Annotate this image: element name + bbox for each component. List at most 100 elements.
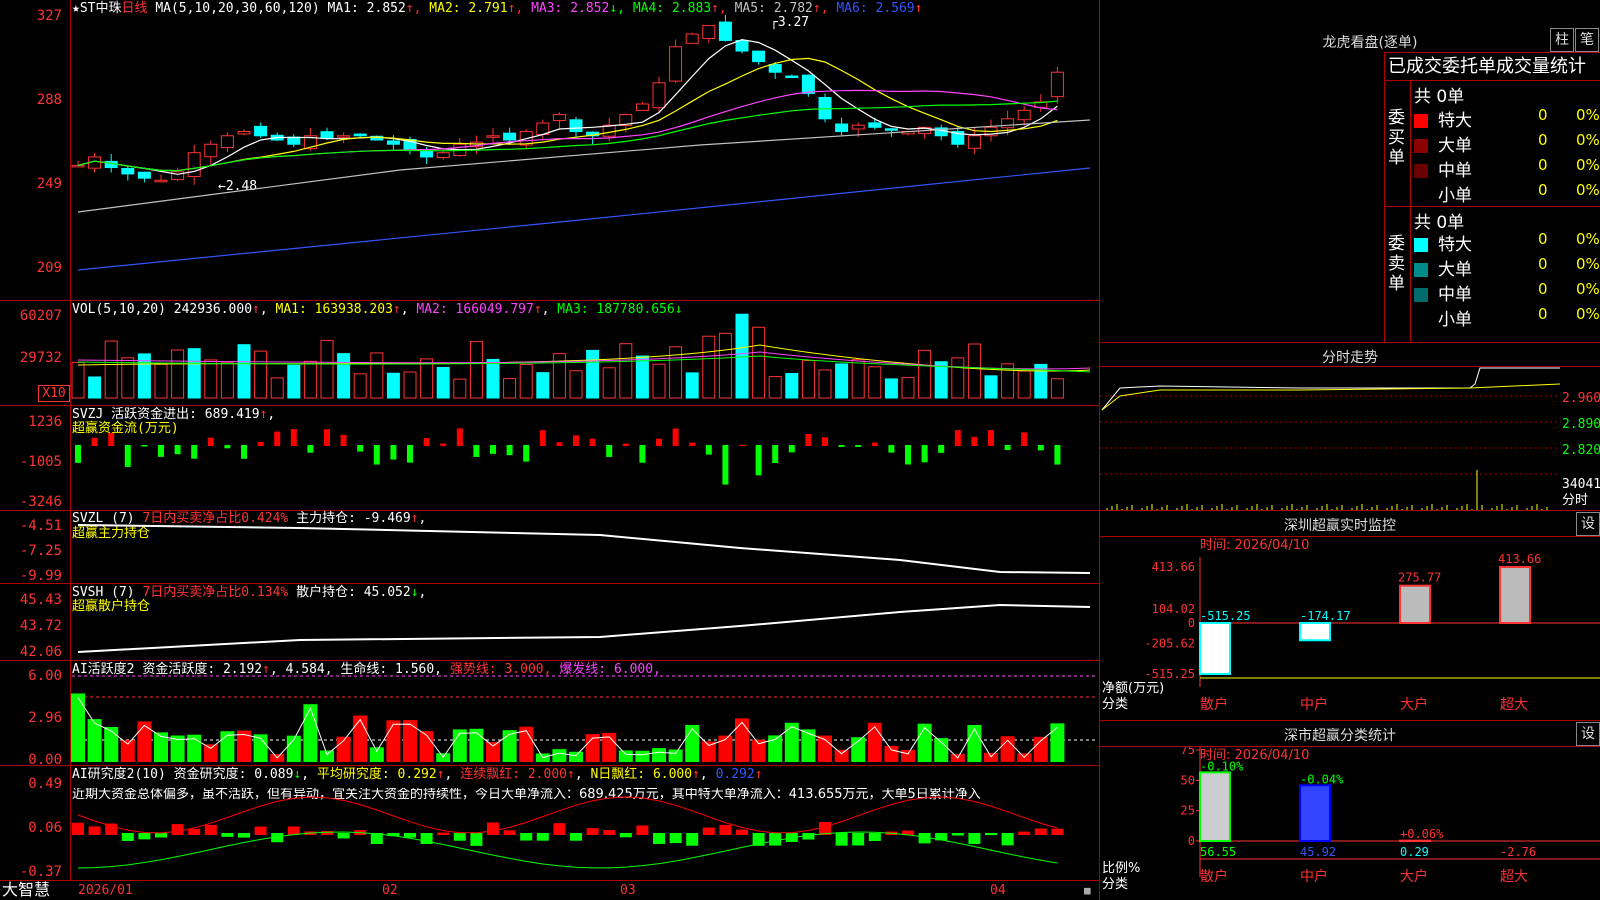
candle: [884, 128, 898, 131]
candle: [785, 75, 799, 79]
research-bar: [121, 833, 134, 841]
separator: [1384, 206, 1600, 207]
tick-mode-button[interactable]: 笔: [1575, 28, 1599, 52]
volume-bar: [187, 348, 201, 399]
separator: [1100, 342, 1600, 343]
volume-bar: [835, 363, 849, 399]
activity-bar: [369, 747, 384, 762]
activity-bar: [403, 720, 417, 762]
research-bar: [736, 829, 748, 835]
volume-bar: [934, 361, 948, 399]
activity-bar: [303, 704, 318, 762]
flow-bar: [838, 445, 845, 447]
candle: [967, 135, 981, 149]
activity-bar: [668, 749, 683, 762]
research-bar: [1034, 828, 1047, 835]
volume-bar: [370, 352, 384, 399]
flow-bar: [473, 445, 480, 457]
research-bar: [155, 833, 167, 838]
flow-bar: [324, 429, 330, 446]
monitor-title: 深圳超赢实时监控: [1284, 518, 1396, 534]
volume-bar: [801, 360, 815, 399]
flow-bar: [174, 445, 181, 455]
monitor-bar-chart[interactable]: 413.66 104.020 -205.62 -515.25 -515.25 散户 -174…: [1100, 537, 1600, 717]
row-count: 0: [1538, 106, 1548, 124]
separator: [1100, 510, 1600, 511]
flow-bar: [506, 445, 513, 456]
row-percent: 0%: [1576, 181, 1600, 199]
intraday-chart[interactable]: [1100, 366, 1560, 510]
research-bar: [951, 833, 964, 836]
activity-bar: [137, 721, 152, 762]
separator: [1384, 80, 1600, 81]
research-bar: [72, 822, 84, 835]
flow-bar: [423, 438, 430, 446]
classify-category-label: 超大: [1500, 869, 1528, 885]
row-count: 0: [1538, 181, 1548, 199]
candle: [685, 33, 699, 44]
row-percent: 0%: [1576, 106, 1600, 124]
activity-bar: [884, 745, 899, 762]
monitor-settings-button[interactable]: 设: [1576, 512, 1600, 536]
volume-bar: [503, 378, 517, 399]
monitor-axis-label: 413.66: [1152, 560, 1195, 574]
monitor-bar-value: -174.17: [1300, 609, 1351, 623]
volume-bar: [436, 366, 450, 399]
candle: [669, 46, 683, 82]
activity-bar: [701, 741, 716, 762]
row-label: 中单: [1438, 161, 1472, 181]
research-bar: [1001, 833, 1014, 846]
candle: [320, 131, 334, 139]
research-bar: [520, 833, 533, 841]
row-percent: 0%: [1576, 255, 1600, 273]
flow-bar: [905, 445, 911, 465]
research-bar: [653, 833, 665, 844]
volume-bar: [320, 339, 334, 399]
row-percent: 0%: [1576, 156, 1600, 174]
monitor-axis-label: -515.25: [1144, 667, 1195, 681]
research-bar: [586, 828, 599, 835]
longhu-tabs[interactable]: 已成交委托单成交量统计: [1388, 56, 1600, 78]
flow-bar: [1054, 445, 1061, 465]
classify-settings-button[interactable]: 设: [1576, 722, 1600, 746]
longhu-title: 龙虎看盘(逐单): [1322, 35, 1418, 51]
main-hold-line: [77, 524, 1091, 574]
kline-chart[interactable]: [0, 0, 1100, 900]
activity-bar: [867, 722, 882, 762]
intraday-price-label: 2.890: [1562, 417, 1600, 432]
volume-bar: [851, 359, 865, 399]
monitor-category-label: 散户: [1200, 696, 1228, 713]
flow-bar: [1021, 432, 1028, 446]
research-bar: [619, 833, 632, 838]
main-chart-area[interactable]: 327 288 249 209 60207 29732 X10 1236 -10…: [0, 0, 1100, 900]
candle: [768, 63, 782, 73]
research-bar: [453, 833, 466, 841]
volume-bar: [602, 367, 616, 399]
research-bar: [238, 833, 250, 838]
candle: [254, 125, 268, 137]
research-bar: [88, 826, 101, 835]
activity-bar: [801, 729, 816, 762]
volume-bar: [685, 372, 699, 399]
activity-bar: [618, 750, 633, 762]
flow-bar: [241, 445, 247, 459]
color-swatch: [1414, 238, 1428, 252]
flow-bar: [373, 445, 380, 465]
longhu-row: 中单 0 0%: [1414, 156, 1600, 181]
candle: [71, 164, 85, 168]
separator: [1384, 52, 1600, 53]
activity-bar: [353, 715, 368, 762]
flow-bar: [440, 443, 447, 446]
longhu-row: 小单 0 0%: [1414, 305, 1600, 330]
activity-bar: [834, 749, 849, 762]
price-line: [1101, 367, 1560, 411]
research-bar: [254, 826, 267, 835]
monitor-category-label: 超大: [1500, 697, 1528, 713]
bar-mode-button[interactable]: 柱: [1550, 28, 1574, 52]
candle: [337, 135, 351, 138]
candle: [1017, 109, 1031, 121]
activity-bar: [569, 751, 583, 762]
classify-bar-chart[interactable]: 75 50 25 0 -0.10% 56.55 散户 -0.04% 45.92 中户 +0.06% 0…: [1100, 747, 1600, 900]
classify-category-label: 大户: [1400, 868, 1428, 885]
volume-bar: [204, 359, 218, 399]
